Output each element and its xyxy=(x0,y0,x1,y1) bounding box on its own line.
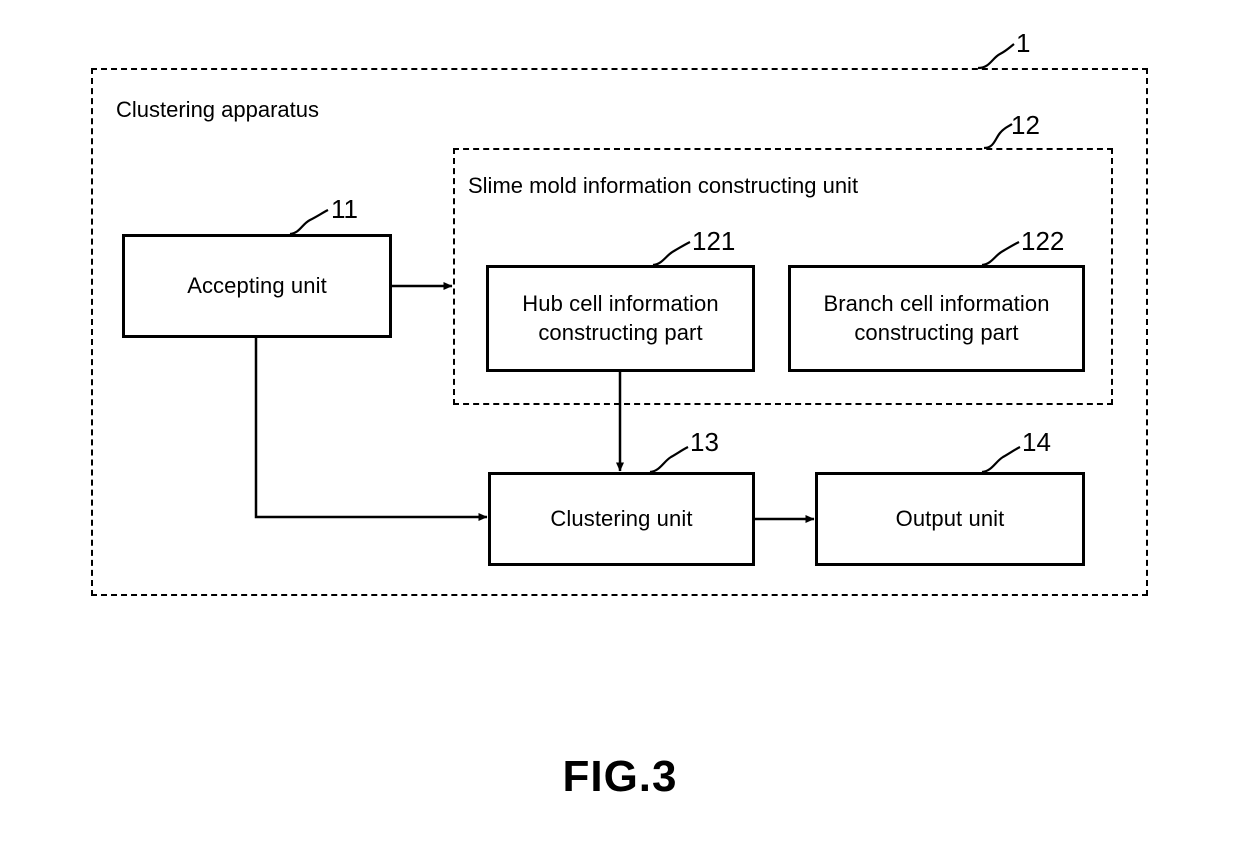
reference-numeral-11: 11 xyxy=(331,194,358,224)
branch-cell-information-constructing-part-label: Branch cell information constructing par… xyxy=(823,291,1050,345)
clustering-apparatus-label: Clustering apparatus xyxy=(116,97,320,122)
figure-canvas: Clustering apparatus Slime mold informat… xyxy=(0,0,1240,851)
clustering-unit-label: Clustering unit xyxy=(550,505,693,531)
accepting-unit-box: Accepting unit xyxy=(122,234,392,338)
accepting-unit-label: Accepting unit xyxy=(187,272,327,298)
figure-caption: FIG.3 xyxy=(562,752,678,801)
hub-cell-information-constructing-part-label: Hub cell information constructing part xyxy=(522,291,719,345)
branch-cell-information-constructing-part-box: Branch cell information constructing par… xyxy=(788,265,1085,372)
leader-line-1 xyxy=(977,43,1015,70)
output-unit-box: Output unit xyxy=(815,472,1085,566)
reference-numeral-12: 12 xyxy=(1011,110,1040,140)
reference-numeral-14: 14 xyxy=(1022,427,1051,457)
reference-numeral-121: 121 xyxy=(692,226,736,256)
reference-numeral-122: 122 xyxy=(1021,226,1065,256)
reference-numeral-1: 1 xyxy=(1016,28,1031,58)
hub-cell-information-constructing-part-box: Hub cell information constructing part xyxy=(486,265,755,372)
reference-numeral-13: 13 xyxy=(690,427,719,457)
clustering-unit-box: Clustering unit xyxy=(488,472,755,566)
slime-mold-unit-label: Slime mold information constructing unit xyxy=(468,173,859,198)
output-unit-label: Output unit xyxy=(895,505,1005,531)
